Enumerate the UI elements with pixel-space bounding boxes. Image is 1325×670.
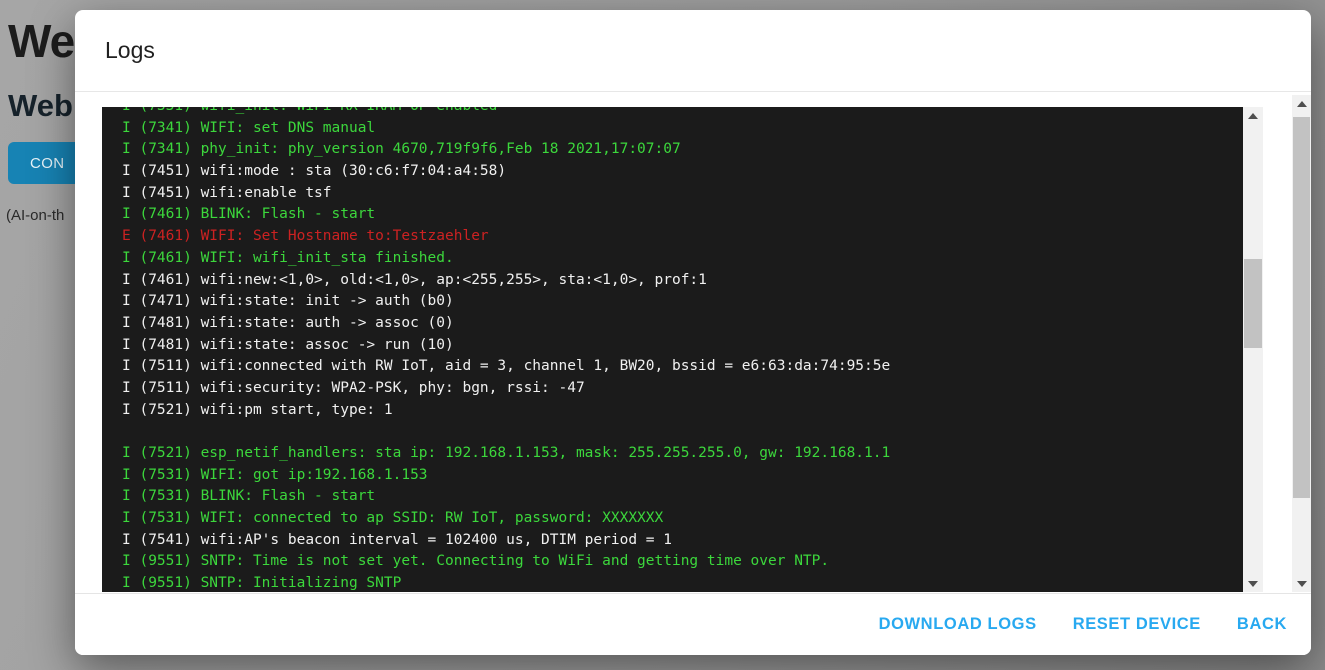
back-button[interactable]: BACK <box>1237 615 1287 634</box>
log-line: I (7511) wifi:connected with RW IoT, aid… <box>122 356 890 378</box>
log-line: I (7481) wifi:state: assoc -> run (10) <box>122 335 890 357</box>
log-line: I (9551) SNTP: Initializing SNTP <box>122 573 890 592</box>
log-line: I (7511) wifi:security: WPA2-PSK, phy: b… <box>122 378 890 400</box>
log-scrollbar-thumb[interactable] <box>1244 259 1262 348</box>
log-scroll-down-button[interactable] <box>1243 575 1263 592</box>
background-page-description: (AI-on-th <box>6 207 64 224</box>
log-line: I (7331) wifi_init: WiFi RX IRAM OP enab… <box>122 107 890 118</box>
log-line: I (7451) wifi:mode : sta (30:c6:f7:04:a4… <box>122 161 890 183</box>
background-page-subtitle: Web <box>8 88 73 124</box>
log-line: I (9551) SNTP: Time is not set yet. Conn… <box>122 551 890 573</box>
log-line: I (7461) BLINK: Flash - start <box>122 204 890 226</box>
arrow-up-icon <box>1248 113 1258 119</box>
log-line: I (7341) WIFI: set DNS manual <box>122 118 890 140</box>
log-line: I (7481) wifi:state: auth -> assoc (0) <box>122 313 890 335</box>
arrow-down-icon <box>1297 581 1307 587</box>
log-line: I (7531) WIFI: got ip:192.168.1.153 <box>122 465 890 487</box>
log-scrollbar[interactable] <box>1243 107 1263 592</box>
log-lines: I (7331) wifi_init: WiFi RX IRAM OP enab… <box>122 107 890 592</box>
background-page-title: We <box>8 14 74 68</box>
dialog-scrollbar[interactable] <box>1292 95 1311 592</box>
log-line: I (7521) esp_netif_handlers: sta ip: 192… <box>122 443 890 465</box>
log-line: E (7461) WIFI: Set Hostname to:Testzaehl… <box>122 226 890 248</box>
logs-dialog: Logs I (7331) wifi_init: WiFi RX IRAM OP… <box>75 10 1311 655</box>
log-line: I (7521) wifi:pm start, type: 1 <box>122 400 890 422</box>
dialog-scroll-up-button[interactable] <box>1292 95 1311 112</box>
log-line: I (7541) wifi:AP's beacon interval = 102… <box>122 530 890 552</box>
log-line: I (7461) wifi:new:<1,0>, old:<1,0>, ap:<… <box>122 270 890 292</box>
arrow-up-icon <box>1297 101 1307 107</box>
log-output[interactable]: I (7331) wifi_init: WiFi RX IRAM OP enab… <box>102 107 1243 592</box>
reset-device-button[interactable]: RESET DEVICE <box>1073 615 1201 634</box>
log-line: I (7531) WIFI: connected to ap SSID: RW … <box>122 508 890 530</box>
dialog-scroll-down-button[interactable] <box>1292 575 1311 592</box>
arrow-down-icon <box>1248 581 1258 587</box>
log-line: I (7341) phy_init: phy_version 4670,719f… <box>122 139 890 161</box>
log-line: I (7471) wifi:state: init -> auth (b0) <box>122 291 890 313</box>
dialog-header: Logs <box>75 10 1311 92</box>
log-scroll-up-button[interactable] <box>1243 107 1263 124</box>
log-line: I (7451) wifi:enable tsf <box>122 183 890 205</box>
log-line: I (7461) WIFI: wifi_init_sta finished. <box>122 248 890 270</box>
log-line <box>122 421 890 443</box>
dialog-title: Logs <box>105 37 155 64</box>
dialog-footer: DOWNLOAD LOGS RESET DEVICE BACK <box>75 593 1311 655</box>
dialog-scrollbar-thumb[interactable] <box>1293 117 1310 498</box>
log-line: I (7531) BLINK: Flash - start <box>122 486 890 508</box>
download-logs-button[interactable]: DOWNLOAD LOGS <box>879 615 1037 634</box>
